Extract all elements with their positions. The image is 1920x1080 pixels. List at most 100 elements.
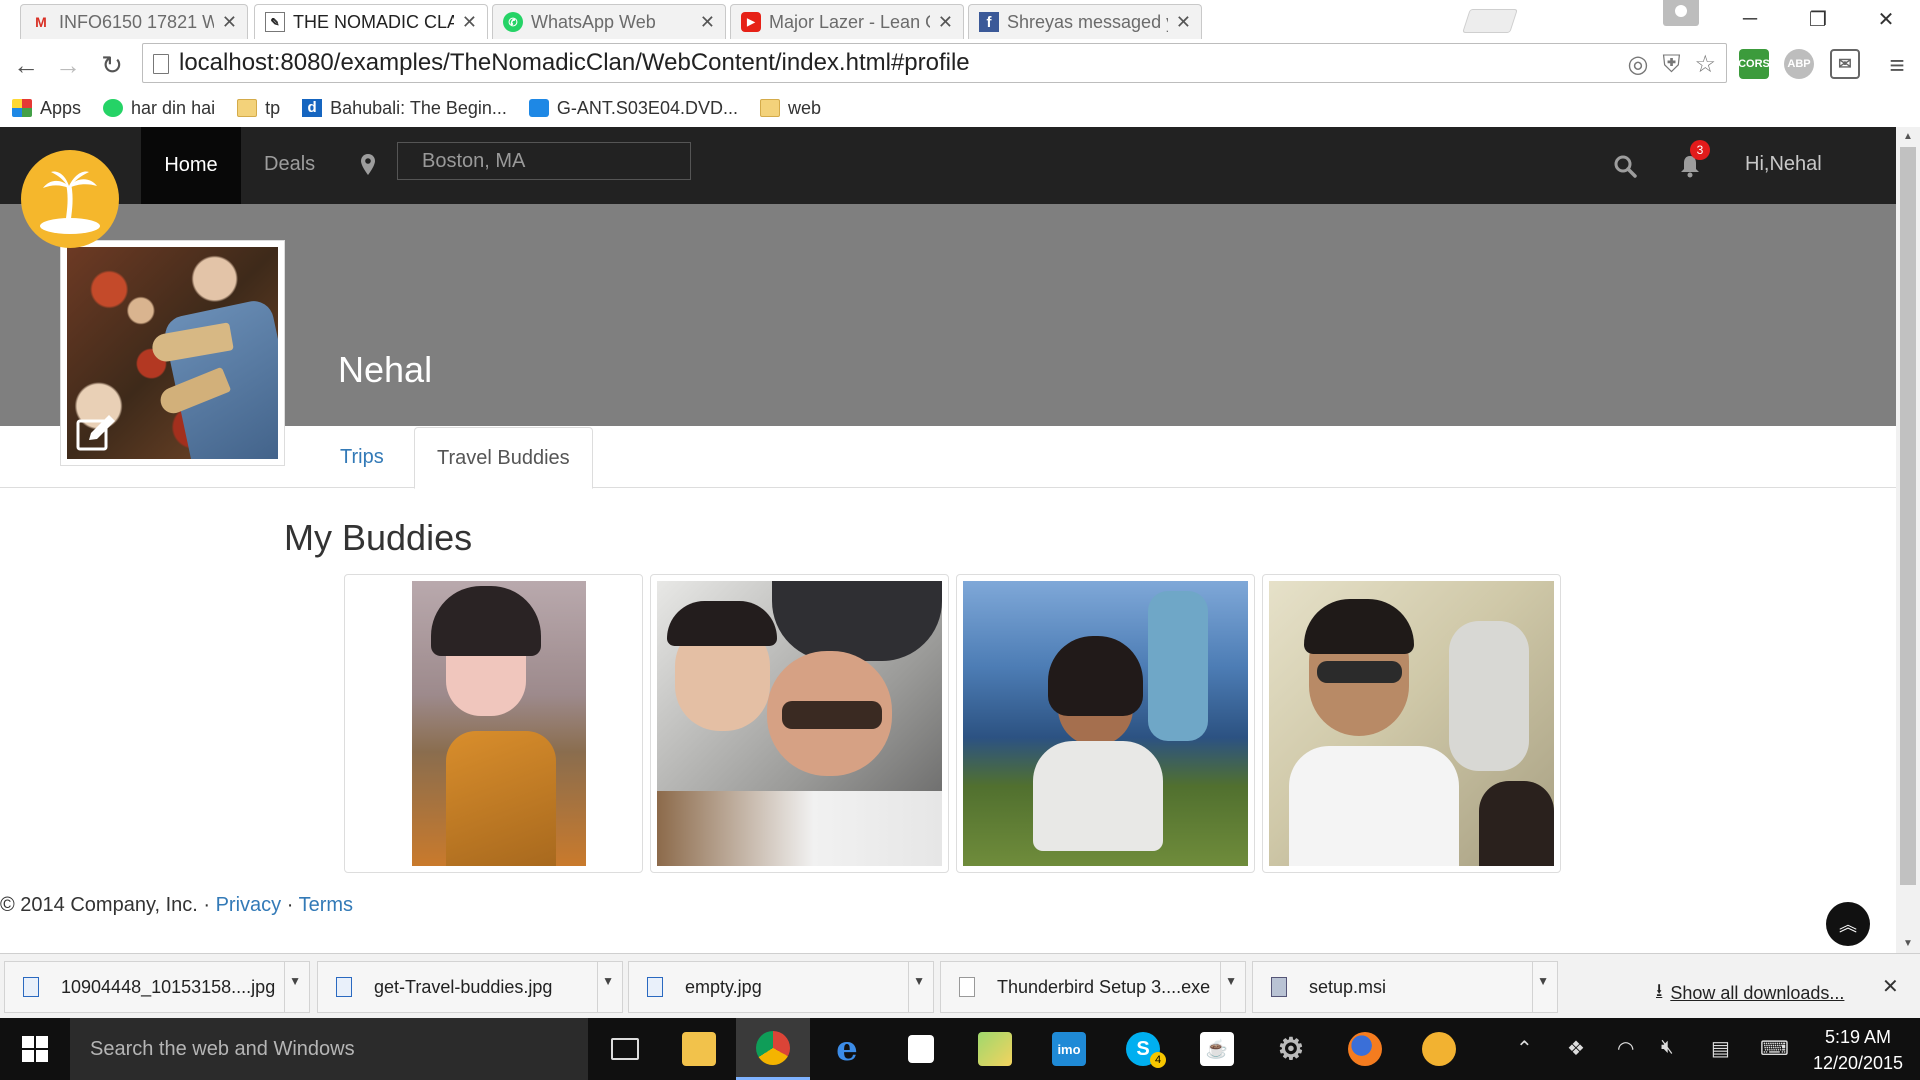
taskbar-skype[interactable]: S 4	[1106, 1018, 1180, 1080]
browser-tab-nomadic-clan[interactable]: ✎ THE NOMADIC CLAN ✕	[254, 4, 488, 39]
bookmark-apps[interactable]: Apps	[12, 98, 81, 119]
taskbar-clock[interactable]: 5:19 AM 12/20/2015	[1808, 1024, 1908, 1076]
scroll-up-arrow-icon[interactable]: ▲	[1903, 131, 1913, 142]
download-item[interactable]: setup.msi ▼	[1252, 961, 1558, 1013]
user-greeting[interactable]: Hi,Nehal	[1745, 153, 1822, 176]
file-icon	[959, 977, 975, 997]
taskbar-edge[interactable]: e	[810, 1018, 884, 1080]
action-center-icon[interactable]: ▤	[1711, 1036, 1730, 1061]
tab-travel-buddies[interactable]: Travel Buddies	[414, 427, 593, 489]
taskbar-search-box[interactable]: Search the web and Windows	[70, 1018, 588, 1080]
start-button[interactable]	[0, 1018, 70, 1080]
taskbar-chrome[interactable]	[736, 1018, 810, 1080]
chrome-profile-icon[interactable]	[1663, 0, 1699, 26]
footer-copyright: © 2014 Company, Inc. ·	[0, 894, 216, 916]
buddy-card[interactable]	[650, 574, 949, 873]
taskbar-store[interactable]	[884, 1018, 958, 1080]
chrome-icon	[756, 1030, 790, 1065]
buddy-card[interactable]	[956, 574, 1255, 873]
taskbar-rocket-app[interactable]	[1402, 1018, 1476, 1080]
download-item[interactable]: Thunderbird Setup 3....exe ▼	[940, 961, 1246, 1013]
download-filename: Thunderbird Setup 3....exe	[997, 976, 1211, 997]
page-icon	[153, 54, 169, 74]
privacy-link[interactable]: Privacy	[216, 894, 282, 916]
dropbox-icon[interactable]: ❖	[1567, 1036, 1585, 1061]
keyboard-icon[interactable]: ⌨	[1760, 1036, 1789, 1061]
volume-muted-icon[interactable]: 🔇︎	[1661, 1036, 1674, 1059]
buddy-card[interactable]	[1262, 574, 1561, 873]
nav-home-link[interactable]: Home	[141, 127, 241, 204]
download-item[interactable]: get-Travel-buddies.jpg ▼	[317, 961, 623, 1013]
taskbar-folder[interactable]	[958, 1018, 1032, 1080]
bookmark-folder-web[interactable]: web	[759, 98, 821, 119]
close-icon[interactable]: ✕	[700, 12, 715, 33]
scroll-down-arrow-icon[interactable]: ▼	[1903, 938, 1913, 949]
adblock-extension-icon[interactable]: ABP	[1784, 49, 1814, 79]
browser-tab-whatsapp[interactable]: ✆ WhatsApp Web ✕	[492, 4, 726, 39]
cors-extension-icon[interactable]: CORS	[1738, 49, 1770, 79]
gmail-icon: M	[35, 14, 47, 30]
folder-icon	[978, 1032, 1012, 1066]
close-downloads-icon[interactable]: ✕	[1882, 974, 1899, 999]
browser-tab-facebook[interactable]: f Shreyas messaged you ✕	[968, 4, 1202, 39]
browser-tab-gmail[interactable]: M INFO6150 17821 Web Des ✕	[20, 4, 248, 39]
tray-chevron-up-icon[interactable]: ⌃	[1516, 1036, 1533, 1061]
nav-deals-link[interactable]: Deals	[264, 153, 315, 176]
bookmark-label: tp	[265, 97, 281, 118]
search-icon[interactable]	[1612, 153, 1638, 179]
bookmark-folder-tp[interactable]: tp	[237, 98, 280, 119]
gmail-checker-icon[interactable]: ✉	[1830, 49, 1860, 79]
nomadic-clan-logo[interactable]	[21, 150, 119, 248]
tab-label: THE NOMADIC CLAN	[293, 11, 454, 32]
close-icon[interactable]: ✕	[462, 12, 477, 33]
bookmark-bahubali[interactable]: d Bahubali: The Begin...	[302, 98, 507, 119]
dropdown-arrow-icon[interactable]: ▼	[602, 974, 614, 988]
edit-photo-icon[interactable]	[75, 412, 117, 452]
task-view-button[interactable]	[588, 1018, 662, 1080]
forward-arrow-icon[interactable]: →	[52, 49, 84, 81]
taskbar-imo[interactable]: imo	[1032, 1018, 1106, 1080]
dropdown-arrow-icon[interactable]: ▼	[1537, 974, 1549, 988]
wifi-icon[interactable]: ◠	[1617, 1036, 1634, 1061]
taskbar-java[interactable]: ☕	[1180, 1018, 1254, 1080]
browser-tab-youtube[interactable]: ▶ Major Lazer - Lean On | Jin ✕	[730, 4, 964, 39]
dropdown-arrow-icon[interactable]: ▼	[289, 974, 301, 988]
whatsapp-icon	[103, 99, 124, 117]
download-item[interactable]: empty.jpg ▼	[628, 961, 934, 1013]
reload-icon[interactable]: ↻	[96, 49, 128, 81]
new-tab-button[interactable]	[1462, 9, 1518, 33]
close-icon[interactable]: ✕	[1176, 12, 1191, 33]
download-item[interactable]: 10904448_10153158....jpg ▼	[4, 961, 310, 1013]
dropdown-arrow-icon[interactable]: ▼	[913, 974, 925, 988]
avatar-photo	[67, 247, 278, 459]
dropdown-arrow-icon[interactable]: ▼	[1225, 974, 1237, 988]
back-arrow-icon[interactable]: ←	[10, 49, 42, 81]
restore-icon[interactable]: ❐	[1784, 0, 1852, 38]
bookmark-har-din-hai[interactable]: har din hai	[103, 98, 215, 119]
taskbar-firefox[interactable]	[1328, 1018, 1402, 1080]
scroll-to-top-button[interactable]: ︽	[1826, 902, 1870, 946]
close-icon[interactable]: ✕	[222, 12, 237, 33]
show-all-downloads-link[interactable]: ⭳ Show all downloads...	[1656, 978, 1844, 1008]
map-pin-icon	[361, 154, 375, 175]
close-icon[interactable]: ✕	[938, 12, 953, 33]
close-window-icon[interactable]: ✕	[1852, 0, 1920, 38]
tab-trips[interactable]: Trips	[318, 427, 406, 488]
bookmark-star-icon[interactable]: ☆	[1694, 50, 1716, 79]
location-search-input[interactable]: Boston, MA	[397, 142, 691, 180]
taskbar-settings-app[interactable]: ⚙	[1254, 1018, 1328, 1080]
address-bar[interactable]: localhost:8080/examples/TheNomadicClan/W…	[142, 43, 1727, 83]
bookmark-g-ant[interactable]: G-ANT.S03E04.DVD...	[528, 98, 738, 119]
buddy-card[interactable]	[344, 574, 643, 873]
extension-shield-icon[interactable]: ⛨	[1662, 51, 1680, 79]
profile-avatar[interactable]	[60, 240, 285, 466]
location-target-icon[interactable]: ◎	[1628, 50, 1649, 79]
minimize-icon[interactable]: ─	[1716, 0, 1784, 38]
taskbar-file-explorer[interactable]	[662, 1018, 736, 1080]
dailymotion-icon: d	[302, 99, 323, 117]
chrome-menu-icon[interactable]: ≡	[1881, 49, 1913, 81]
page-scrollbar[interactable]: ▲ ▼	[1896, 127, 1920, 953]
terms-link[interactable]: Terms	[299, 894, 353, 916]
download-filename: empty.jpg	[685, 976, 762, 997]
scrollbar-thumb[interactable]	[1900, 147, 1916, 885]
